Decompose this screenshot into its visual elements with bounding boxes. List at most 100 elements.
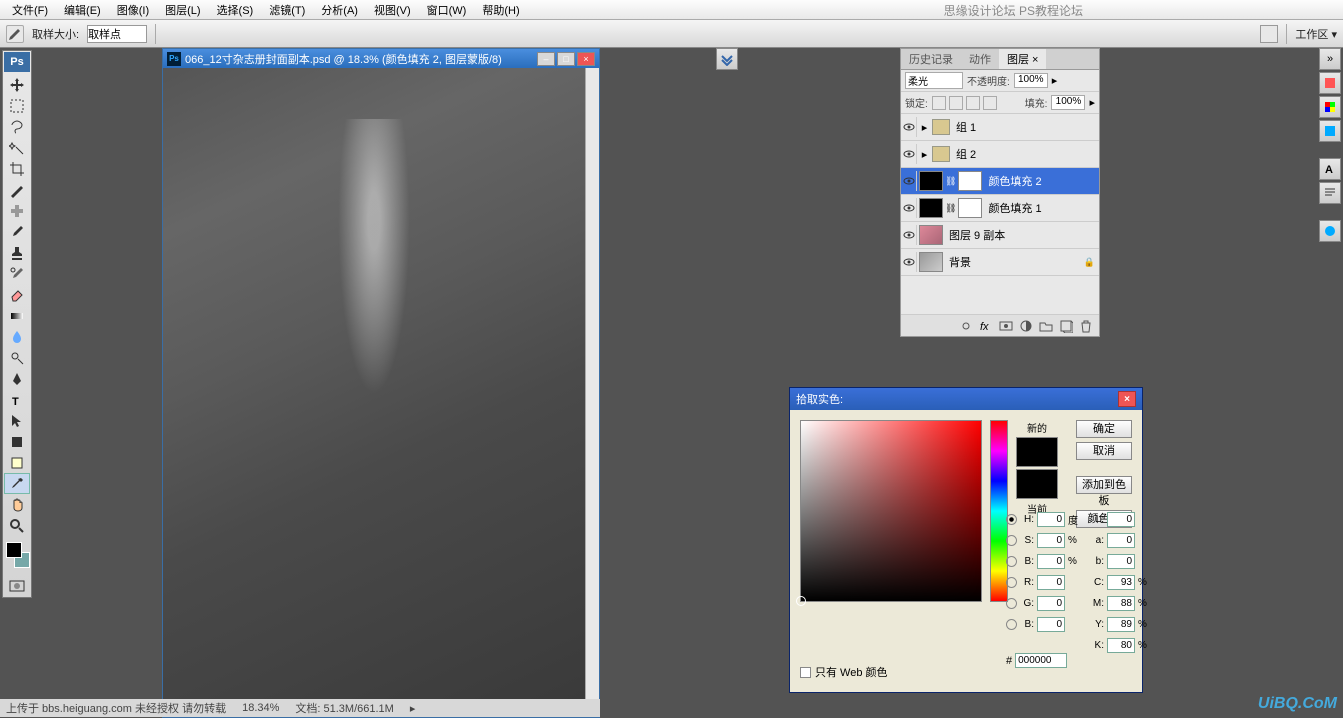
layer-name[interactable]: 背景 [945,254,1082,270]
layer-thumb[interactable] [919,252,943,272]
mask-thumb[interactable] [958,198,982,218]
menu-analysis[interactable]: 分析(A) [313,2,366,18]
layer-thumb[interactable] [919,171,943,191]
slice-tool[interactable] [4,179,30,200]
adjustment-layer-icon[interactable] [1019,319,1033,333]
gradient-tool[interactable] [4,305,30,326]
lock-transparent-icon[interactable] [932,96,946,110]
minimize-button[interactable]: – [537,52,555,66]
layer-row[interactable]: ▸组 2 [901,141,1099,168]
menu-filter[interactable]: 滤镜(T) [261,2,313,18]
dock-expand-icon[interactable]: » [1319,48,1341,70]
wand-tool[interactable] [4,137,30,158]
path-select-tool[interactable] [4,410,30,431]
menu-image[interactable]: 图像(I) [109,2,157,18]
zoom-level[interactable]: 18.34% [242,702,279,714]
hand-tool[interactable] [4,494,30,515]
collapsed-panel-icon[interactable] [716,48,738,70]
picker-cursor[interactable] [796,596,806,606]
cancel-button[interactable]: 取消 [1076,442,1132,460]
move-tool[interactable] [4,74,30,95]
tab-actions[interactable]: 动作 [961,49,999,69]
menu-window[interactable]: 窗口(W) [419,2,475,18]
notes-tool[interactable] [4,452,30,473]
visibility-icon[interactable] [901,198,917,218]
eyedropper-tool[interactable] [4,473,30,494]
hue-radio[interactable] [1006,514,1017,525]
menu-select[interactable]: 选择(S) [209,2,262,18]
s-input[interactable] [1037,533,1065,548]
pen-tool[interactable] [4,368,30,389]
l-input[interactable] [1107,512,1135,527]
k-input[interactable] [1107,638,1135,653]
r-input[interactable] [1037,575,1065,590]
close-button[interactable]: × [577,52,595,66]
paragraph-panel-icon[interactable] [1319,182,1341,204]
foreground-color-swatch[interactable] [6,542,22,558]
navigator-panel-icon[interactable] [1319,72,1341,94]
y-input[interactable] [1107,617,1135,632]
menu-layer[interactable]: 图层(L) [157,2,208,18]
tab-layers[interactable]: 图层 × [999,49,1046,69]
bv-input[interactable] [1037,617,1065,632]
current-tool-icon[interactable] [6,25,24,43]
visibility-icon[interactable] [901,225,917,245]
c-input[interactable] [1107,575,1135,590]
layer-thumb[interactable] [919,225,943,245]
visibility-icon[interactable] [901,117,917,137]
tab-history[interactable]: 历史记录 [901,49,961,69]
blue-radio[interactable] [1006,619,1017,630]
brush-tool[interactable] [4,221,30,242]
new-group-icon[interactable] [1039,319,1053,333]
doc-size[interactable]: 文档: 51.3M/661.1M [295,700,393,716]
picker-titlebar[interactable]: 拾取实色: × [790,388,1142,410]
swatches-panel-icon[interactable] [1319,120,1341,142]
layer-name[interactable]: 组 1 [952,119,1095,135]
flyout-icon[interactable]: ▸ [410,702,416,715]
workspace-menu[interactable]: 工作区 ▾ [1295,26,1337,42]
quick-mask-icon[interactable] [4,576,30,596]
b-input[interactable] [1037,554,1065,569]
red-radio[interactable] [1006,577,1017,588]
visibility-icon[interactable] [901,252,917,272]
sample-point-dropdown[interactable]: 取样点 [87,25,147,43]
visibility-icon[interactable] [901,144,917,164]
g-input[interactable] [1037,596,1065,611]
current-color-preview[interactable] [1016,469,1058,499]
layer-row[interactable]: ⛓颜色填充 2 [901,168,1099,195]
new-layer-icon[interactable] [1059,319,1073,333]
canvas[interactable] [163,68,585,703]
hex-input[interactable] [1015,653,1067,668]
layer-thumb[interactable] [919,198,943,218]
eraser-tool[interactable] [4,284,30,305]
shape-tool[interactable] [4,431,30,452]
info-panel-icon[interactable] [1319,220,1341,242]
ps-logo-icon[interactable]: Ps [4,52,30,72]
link-icon[interactable]: ⛓ [945,203,956,214]
layer-row[interactable]: 背景🔒 [901,249,1099,276]
color-swatches[interactable] [4,540,30,574]
layer-row[interactable]: 图层 9 副本 [901,222,1099,249]
menu-help[interactable]: 帮助(H) [474,2,527,18]
maximize-button[interactable]: □ [557,52,575,66]
layer-row[interactable]: ▸组 1 [901,114,1099,141]
document-titlebar[interactable]: Ps 066_12寸杂志册封面副本.psd @ 18.3% (颜色填充 2, 图… [163,49,599,68]
screen-mode-icon[interactable] [1260,25,1278,43]
history-brush-tool[interactable] [4,263,30,284]
link-layers-icon[interactable] [959,319,973,333]
trash-icon[interactable] [1079,319,1093,333]
fill-input[interactable]: 100% [1051,95,1085,110]
web-only-checkbox[interactable] [800,667,811,678]
expand-arrow-icon[interactable]: ▸ [919,148,930,161]
lock-all-icon[interactable] [983,96,997,110]
add-mask-icon[interactable] [999,319,1013,333]
lab-b-input[interactable] [1107,554,1135,569]
lock-move-icon[interactable] [966,96,980,110]
crop-tool[interactable] [4,158,30,179]
sat-radio[interactable] [1006,535,1017,546]
fill-flyout-icon[interactable]: ▸ [1089,96,1095,109]
stamp-tool[interactable] [4,242,30,263]
green-radio[interactable] [1006,598,1017,609]
heal-tool[interactable] [4,200,30,221]
type-tool[interactable]: T [4,389,30,410]
